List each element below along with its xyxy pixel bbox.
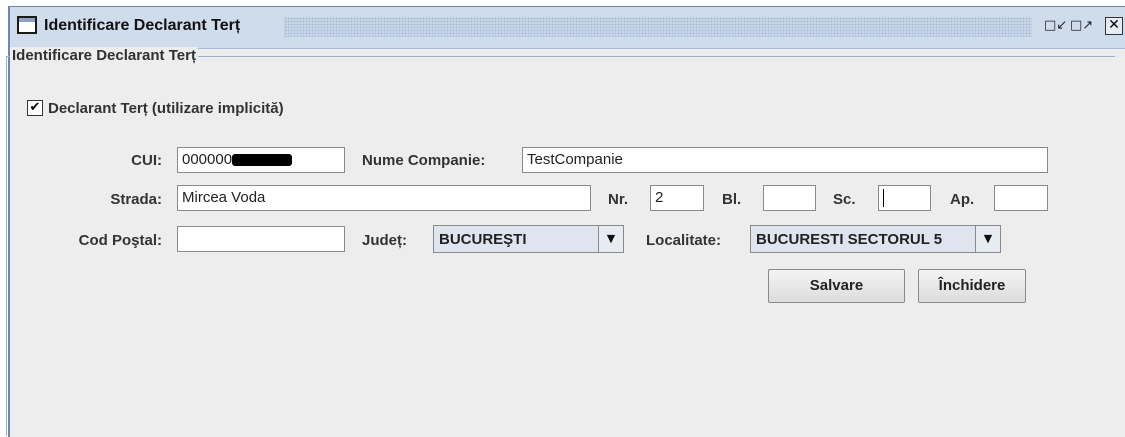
locality-select[interactable]: BUCURESTI SECTORUL 5 ▼ (750, 225, 1001, 253)
declarant-tert-label: Declarant Terț (utilizare implicită) (48, 100, 284, 117)
postal-code-label: Cod Poştal: (78, 232, 162, 249)
close-button[interactable]: Închidere (918, 269, 1026, 303)
maximize-icon[interactable]: □↗ (1070, 17, 1093, 35)
chevron-down-icon[interactable]: ▼ (975, 226, 1000, 252)
cui-value: 000000 (182, 151, 233, 168)
cui-label: CUI: (131, 152, 162, 169)
title-bar-grip (284, 17, 1032, 37)
sc-field[interactable] (878, 185, 931, 211)
minimize-icon[interactable]: □↙ (1044, 17, 1067, 35)
ap-label: Ap. (950, 191, 975, 208)
ap-field[interactable] (994, 185, 1048, 211)
cui-field[interactable]: 000000 (177, 147, 345, 173)
text-cursor (883, 189, 884, 208)
declarant-tert-checkbox[interactable]: ✔ (27, 100, 43, 116)
postal-code-field[interactable] (177, 226, 345, 252)
window-title: Identificare Declarant Terț (44, 17, 241, 34)
company-label: Nume Companie: (362, 152, 486, 169)
sc-label: Sc. (833, 191, 856, 208)
street-label: Strada: (110, 191, 162, 208)
chevron-down-icon[interactable]: ▼ (598, 226, 623, 252)
locality-value: BUCURESTI SECTORUL 5 (756, 231, 943, 248)
locality-label: Localitate: (646, 232, 722, 249)
close-icon[interactable]: ✕ (1105, 17, 1123, 35)
bl-field[interactable] (763, 185, 816, 211)
nr-label: Nr. (608, 191, 629, 208)
bl-label: Bl. (722, 191, 742, 208)
nr-field[interactable]: 2 (650, 185, 704, 211)
group-title: Identificare Declarant Terț (10, 47, 198, 64)
checkmark-icon: ✔ (29, 100, 41, 115)
window-icon (17, 16, 37, 34)
county-label: Județ: (362, 232, 407, 249)
county-value: BUCUREŞTI (439, 231, 527, 248)
redaction-mark (232, 154, 293, 167)
street-field[interactable]: Mircea Voda (177, 185, 591, 211)
company-name-field[interactable]: TestCompanie (522, 147, 1048, 173)
save-button[interactable]: Salvare (768, 269, 905, 303)
county-select[interactable]: BUCUREŞTI ▼ (433, 225, 624, 253)
title-bar[interactable]: Identificare Declarant Terț □↙ □↗ ✕ (10, 7, 1125, 49)
